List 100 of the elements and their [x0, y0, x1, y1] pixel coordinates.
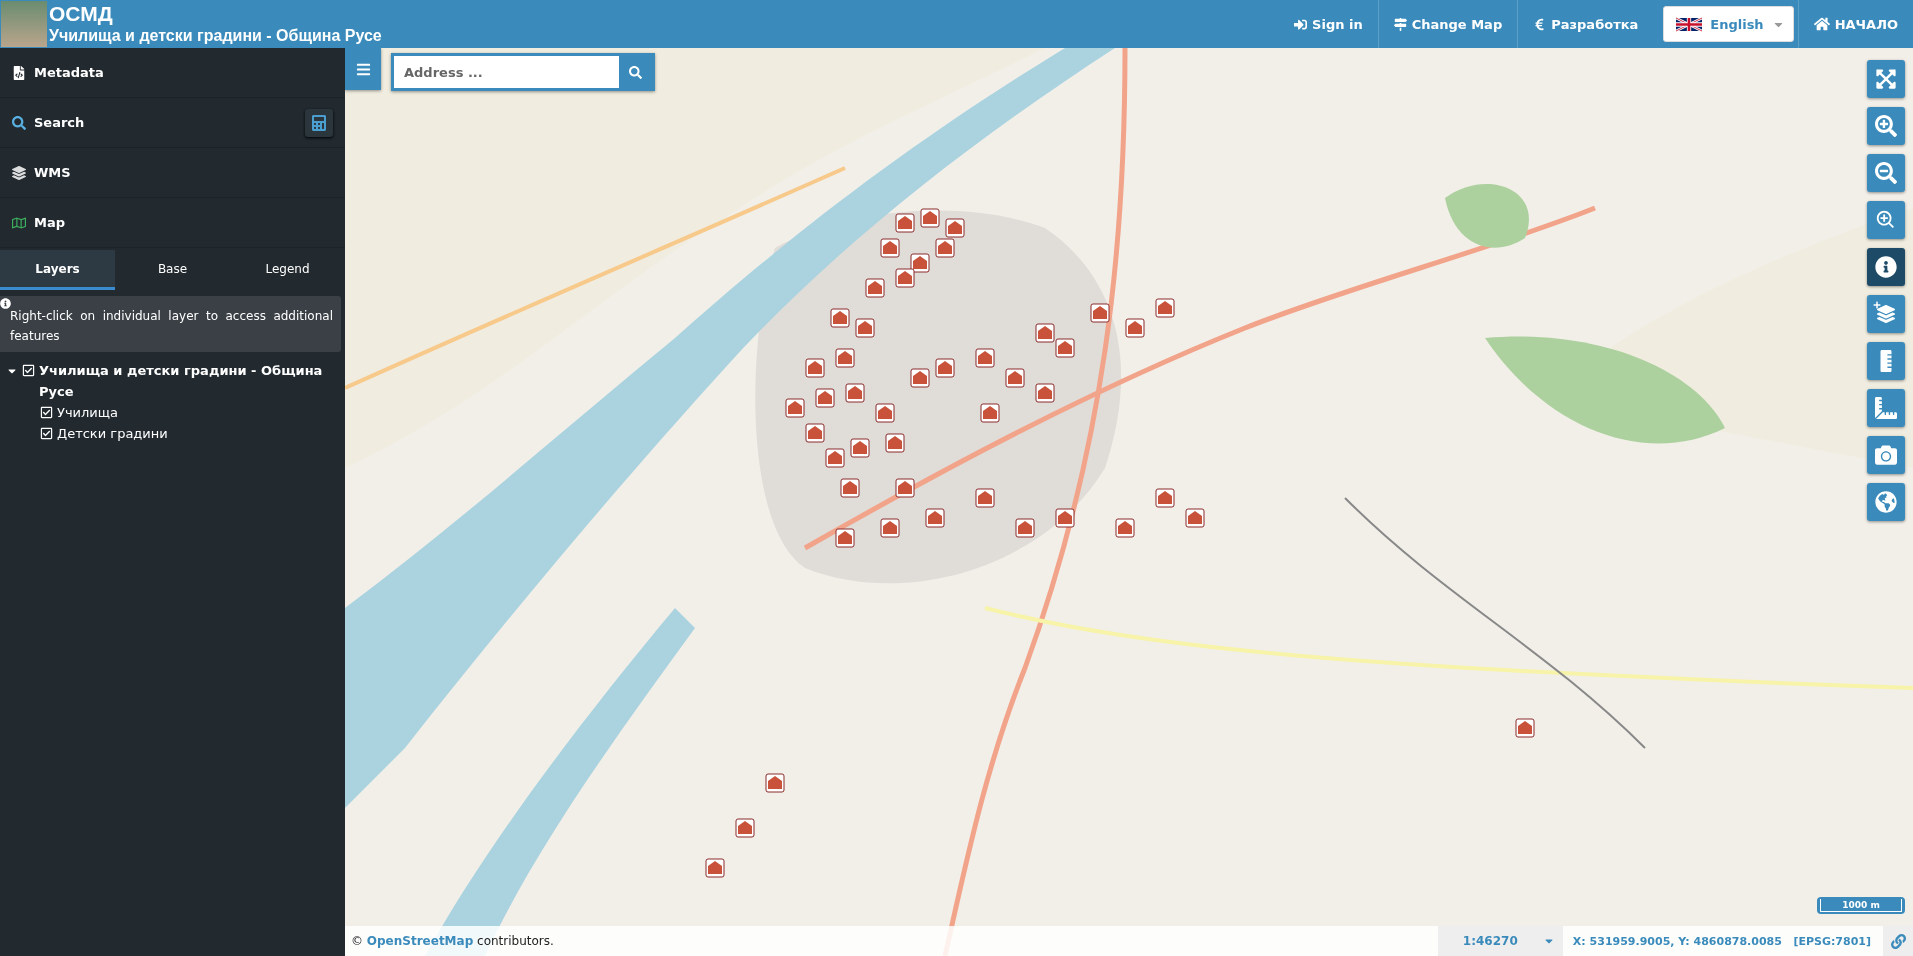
school-marker-icon[interactable] [975, 348, 995, 368]
school-marker-icon[interactable] [1155, 488, 1175, 508]
school-marker-icon[interactable] [1055, 508, 1075, 528]
school-marker-icon[interactable] [920, 208, 940, 228]
school-marker-icon[interactable] [880, 238, 900, 258]
section-header[interactable]: Search [34, 115, 85, 130]
school-marker-icon[interactable] [735, 818, 755, 838]
school-marker-icon[interactable] [1090, 303, 1110, 323]
wms-icon [12, 165, 26, 180]
school-marker-icon[interactable] [1005, 368, 1025, 388]
school-marker-icon[interactable] [855, 318, 875, 338]
fullscreen-button[interactable] [1867, 60, 1905, 98]
search-button[interactable] [619, 56, 652, 88]
tab[interactable]: Layers [0, 250, 115, 290]
school-marker-icon[interactable] [935, 238, 955, 258]
camera-globe-button[interactable] [1867, 483, 1905, 521]
school-marker-icon[interactable] [910, 253, 930, 273]
school-marker-icon[interactable] [850, 438, 870, 458]
expand-arrows-icon [1875, 68, 1897, 90]
school-marker-icon[interactable] [945, 218, 965, 238]
home-icon [1813, 16, 1830, 32]
school-marker-icon[interactable] [785, 398, 805, 418]
school-marker-icon[interactable] [1055, 338, 1075, 358]
school-marker-icon[interactable] [1125, 318, 1145, 338]
school-marker-icon[interactable] [935, 358, 955, 378]
school-marker-icon[interactable] [825, 448, 845, 468]
openstreetmap-link[interactable]: OpenStreetMap [366, 934, 474, 948]
zoom-out-icon [1875, 162, 1897, 184]
layer-label[interactable]: Детски градини [57, 423, 168, 444]
set-square-button[interactable] [1867, 389, 1905, 427]
school-marker-icon[interactable] [1015, 518, 1035, 538]
calculator-icon [311, 114, 327, 131]
tab[interactable]: Legend [230, 250, 345, 290]
school-marker-icon[interactable] [805, 423, 825, 443]
section-header[interactable]: Map [34, 215, 65, 230]
link-button[interactable] [1883, 926, 1913, 956]
section-header[interactable]: Metadata [34, 65, 104, 80]
coordinates-text: X: 531959.9005, Y: 4860878.0085 [EPSG:7801] [1571, 934, 1872, 948]
app-title: ОСМД [49, 2, 114, 26]
school-marker-icon[interactable] [765, 773, 785, 793]
add-layer-button[interactable] [1867, 295, 1905, 333]
app-subtitle: Училища и детски градини - Община Русе [49, 26, 382, 46]
school-marker-icon[interactable] [1035, 383, 1055, 403]
ruler-button[interactable] [1867, 342, 1905, 380]
school-marker-icon[interactable] [1035, 323, 1055, 343]
school-marker-icon[interactable] [975, 488, 995, 508]
school-marker-icon[interactable] [830, 308, 850, 328]
school-marker-icon[interactable] [925, 508, 945, 528]
zoom-in-icon [1875, 115, 1897, 137]
camera-icon [1875, 444, 1897, 466]
school-marker-icon[interactable] [865, 278, 885, 298]
menu-icon [355, 61, 371, 77]
school-marker-icon[interactable] [705, 858, 725, 878]
signpost-icon [1393, 17, 1407, 31]
layers-icon [1877, 305, 1895, 323]
link-icon [1890, 933, 1906, 949]
flag-icon [1676, 16, 1703, 32]
zoom-box-icon [1875, 209, 1897, 231]
zoom-in-button[interactable] [1867, 107, 1905, 145]
search-icon [12, 115, 26, 130]
school-marker-icon[interactable] [910, 368, 930, 388]
school-marker-icon[interactable] [875, 403, 895, 423]
school-marker-icon[interactable] [895, 213, 915, 233]
tab[interactable]: Base [115, 250, 230, 290]
school-marker-icon[interactable] [835, 528, 855, 548]
section-header[interactable]: WMS [34, 165, 71, 180]
school-marker-icon[interactable] [880, 518, 900, 538]
school-marker-icon[interactable] [845, 383, 865, 403]
layer-label[interactable]: Училища и детски градини - Община Русе [39, 360, 339, 402]
school-marker-icon[interactable] [835, 348, 855, 368]
info-icon [1875, 256, 1897, 278]
school-marker-icon[interactable] [895, 478, 915, 498]
info-icon [0, 298, 11, 309]
calculator-button[interactable] [305, 108, 333, 137]
attribution-text: © OpenStreetMap contributors. [350, 934, 554, 948]
menu-button[interactable] [345, 48, 381, 90]
school-marker-icon[interactable] [1185, 508, 1205, 528]
school-marker-icon[interactable] [1155, 298, 1175, 318]
zoom-out-button[interactable] [1867, 154, 1905, 192]
camera-button[interactable] [1867, 436, 1905, 474]
school-marker-icon[interactable] [815, 388, 835, 408]
school-marker-icon[interactable] [840, 478, 860, 498]
note-text: Right-click on individual layer to access additional features [10, 309, 333, 343]
zoom-box-button[interactable] [1867, 201, 1905, 239]
search-icon [629, 65, 642, 79]
address-search-field[interactable]: Address ... [391, 53, 655, 91]
euro-icon [1533, 17, 1547, 31]
school-marker-icon[interactable] [885, 433, 905, 453]
plus-icon [1873, 301, 1881, 309]
school-marker-icon[interactable] [1115, 518, 1135, 538]
school-marker-icon[interactable] [895, 268, 915, 288]
language-dropdown[interactable]: English [1663, 6, 1794, 42]
school-marker-icon[interactable] [1515, 718, 1535, 738]
map-icon [12, 215, 26, 230]
layer-label[interactable]: Училища [57, 402, 119, 423]
scale-bar: 1000 m [1817, 897, 1905, 914]
info-button[interactable] [1867, 248, 1905, 286]
school-marker-icon[interactable] [805, 358, 825, 378]
nav-link[interactable]: Sign in [1279, 0, 1378, 48]
school-marker-icon[interactable] [980, 403, 1000, 423]
